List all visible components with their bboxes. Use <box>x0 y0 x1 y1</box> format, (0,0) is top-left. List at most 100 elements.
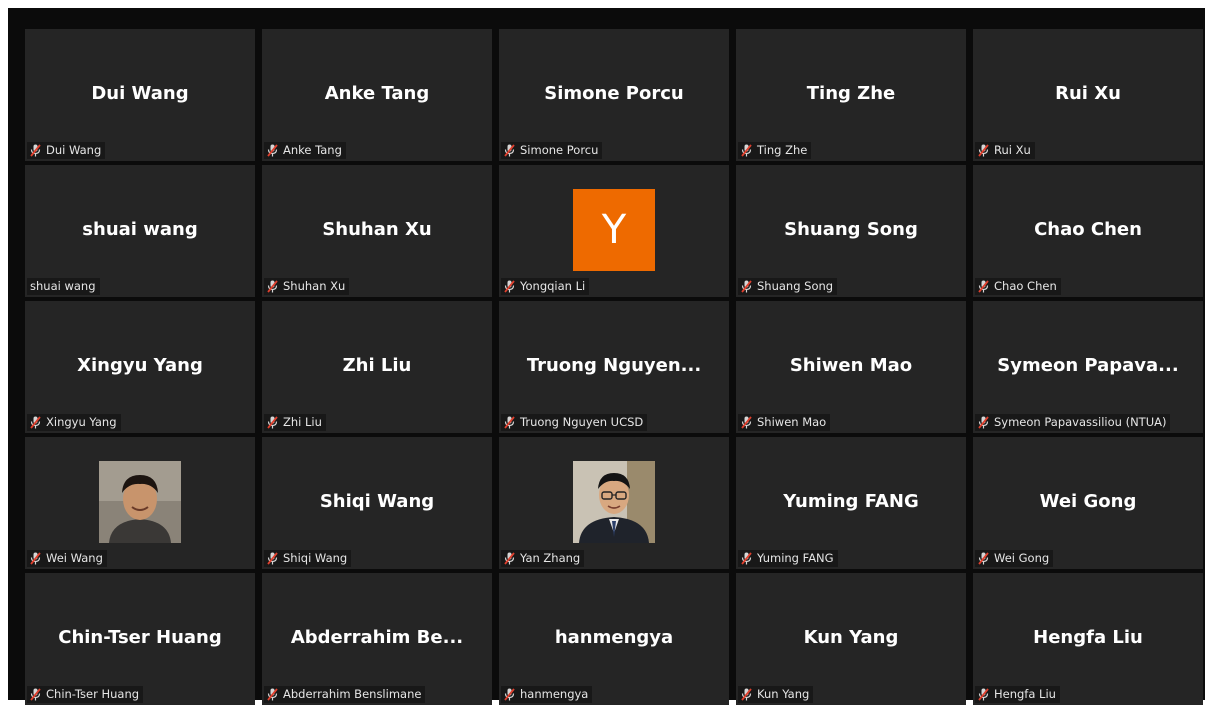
participant-display-name: Wei Gong <box>1039 491 1137 512</box>
participant-display-name: Xingyu Yang <box>77 355 203 376</box>
mic-muted-icon <box>30 552 41 565</box>
participant-tile[interactable]: Simone Porcu Simone Porcu <box>499 29 729 161</box>
participant-display-name: Chin-Tser Huang <box>58 627 222 648</box>
participant-display-name: Hengfa Liu <box>1033 627 1143 648</box>
participant-name-label: Shiwen Mao <box>738 414 831 431</box>
mic-muted-icon <box>978 688 989 701</box>
participant-name-label: Yan Zhang <box>501 550 585 567</box>
participant-tile[interactable]: Yan Zhang <box>499 437 729 569</box>
participant-label-text: Shuang Song <box>757 279 834 293</box>
participant-label-text: Wei Wang <box>46 551 103 565</box>
participant-name-label: Symeon Papavassiliou (NTUA) <box>975 414 1171 431</box>
participant-display-name: Shuhan Xu <box>322 219 432 240</box>
participant-name-label: Simone Porcu <box>501 142 603 159</box>
participant-tile[interactable]: Chao Chen Chao Chen <box>973 165 1203 297</box>
participant-label-text: Simone Porcu <box>520 143 599 157</box>
participant-label-text: Chao Chen <box>994 279 1057 293</box>
mic-muted-icon <box>267 416 278 429</box>
mic-muted-icon <box>504 552 515 565</box>
mic-muted-icon <box>504 144 515 157</box>
participant-display-name: Zhi Liu <box>342 355 412 376</box>
participant-name-label: Shuang Song <box>738 278 838 295</box>
participant-name-label: Chao Chen <box>975 278 1061 295</box>
participant-display-name: Truong Nguyen... <box>526 355 702 376</box>
participant-tile[interactable]: Ting Zhe Ting Zhe <box>736 29 966 161</box>
participant-tile[interactable]: Chin-Tser Huang Chin-Tser Huang <box>25 573 255 705</box>
profile-photo <box>99 461 181 543</box>
participant-label-text: Truong Nguyen UCSD <box>520 415 644 429</box>
participant-tile[interactable]: Hengfa Liu Hengfa Liu <box>973 573 1203 705</box>
participant-tile[interactable]: Zhi Liu Zhi Liu <box>262 301 492 433</box>
participant-tile[interactable]: hanmengya hanmengya <box>499 573 729 705</box>
participant-name-label: Wei Gong <box>975 550 1054 567</box>
participant-name-label: Ting Zhe <box>738 142 812 159</box>
participant-name-label: Yuming FANG <box>738 550 838 567</box>
mic-muted-icon <box>267 280 278 293</box>
participant-tile[interactable]: Shiqi Wang Shiqi Wang <box>262 437 492 569</box>
participant-tile[interactable]: shuai wang shuai wang <box>25 165 255 297</box>
participant-tile[interactable]: Shuhan Xu Shuhan Xu <box>262 165 492 297</box>
mic-muted-icon <box>30 688 41 701</box>
participant-label-text: Shuhan Xu <box>283 279 346 293</box>
participant-display-name: Rui Xu <box>1055 83 1121 104</box>
participant-label-text: shuai wang <box>30 279 96 293</box>
participant-display-name: shuai wang <box>82 219 198 240</box>
participant-tile[interactable]: Abderrahim Be... Abderrahim Benslimane <box>262 573 492 705</box>
participant-tile[interactable]: Yuming FANG Yuming FANG <box>736 437 966 569</box>
participant-tile[interactable]: Wei Wang <box>25 437 255 569</box>
participant-label-text: Kun Yang <box>757 687 810 701</box>
participant-name-label: Hengfa Liu <box>975 686 1060 703</box>
participant-name-label: Yongqian Li <box>501 278 590 295</box>
participant-label-text: Anke Tang <box>283 143 342 157</box>
participant-display-name: Shiwen Mao <box>789 355 913 376</box>
participant-label-text: Yan Zhang <box>520 551 581 565</box>
participant-name-label: Truong Nguyen UCSD <box>501 414 648 431</box>
participant-display-name: Chao Chen <box>1034 219 1142 240</box>
participant-tile[interactable]: Shuang Song Shuang Song <box>736 165 966 297</box>
mic-muted-icon <box>741 552 752 565</box>
participant-display-name: Shiqi Wang <box>319 491 435 512</box>
participant-label-text: Xingyu Yang <box>46 415 117 429</box>
participant-label-text: Ting Zhe <box>757 143 808 157</box>
participant-tile[interactable]: Shiwen Mao Shiwen Mao <box>736 301 966 433</box>
participant-tile[interactable]: Rui Xu Rui Xu <box>973 29 1203 161</box>
mic-muted-icon <box>741 280 752 293</box>
participant-label-text: hanmengya <box>520 687 589 701</box>
mic-muted-icon <box>741 144 752 157</box>
participant-label-text: Wei Gong <box>994 551 1050 565</box>
participant-tile[interactable]: Y Yongqian Li <box>499 165 729 297</box>
participant-name-label: Abderrahim Benslimane <box>264 686 426 703</box>
participant-display-name: Anke Tang <box>324 83 430 104</box>
participant-label-text: Zhi Liu <box>283 415 322 429</box>
mic-muted-icon <box>741 688 752 701</box>
participant-tile[interactable]: Symeon Papava... Symeon Papavassiliou (NT… <box>973 301 1203 433</box>
participant-tile[interactable]: Anke Tang Anke Tang <box>262 29 492 161</box>
participant-name-label: shuai wang <box>27 278 100 295</box>
participant-name-label: Shuhan Xu <box>264 278 350 295</box>
mic-muted-icon <box>504 280 515 293</box>
participant-name-label: Zhi Liu <box>264 414 326 431</box>
participant-label-text: Shiwen Mao <box>757 415 827 429</box>
mic-muted-icon <box>978 280 989 293</box>
participant-label-text: Symeon Papavassiliou (NTUA) <box>994 415 1167 429</box>
meeting-window: Dui Wang Dui Wang Anke Tang Anke Tang Simone… <box>8 8 1205 705</box>
participant-tile[interactable]: Wei Gong Wei Gong <box>973 437 1203 569</box>
participant-label-text: Yuming FANG <box>757 551 834 565</box>
participant-tile[interactable]: Kun Yang Kun Yang <box>736 573 966 705</box>
participant-name-label: Shiqi Wang <box>264 550 352 567</box>
participant-label-text: Abderrahim Benslimane <box>283 687 422 701</box>
participant-display-name: Yuming FANG <box>783 491 919 512</box>
mic-muted-icon <box>267 688 278 701</box>
participant-display-name: hanmengya <box>554 627 674 648</box>
participant-name-label: hanmengya <box>501 686 593 703</box>
avatar-letter: Y <box>573 189 655 271</box>
participant-label-text: Shiqi Wang <box>283 551 348 565</box>
mic-muted-icon <box>504 688 515 701</box>
mic-muted-icon <box>30 144 41 157</box>
participant-tile[interactable]: Xingyu Yang Xingyu Yang <box>25 301 255 433</box>
participant-display-name: Kun Yang <box>803 627 899 648</box>
participant-tile[interactable]: Truong Nguyen... Truong Nguyen UCSD <box>499 301 729 433</box>
participant-name-label: Dui Wang <box>27 142 106 159</box>
participant-tile[interactable]: Dui Wang Dui Wang <box>25 29 255 161</box>
mic-muted-icon <box>267 552 278 565</box>
